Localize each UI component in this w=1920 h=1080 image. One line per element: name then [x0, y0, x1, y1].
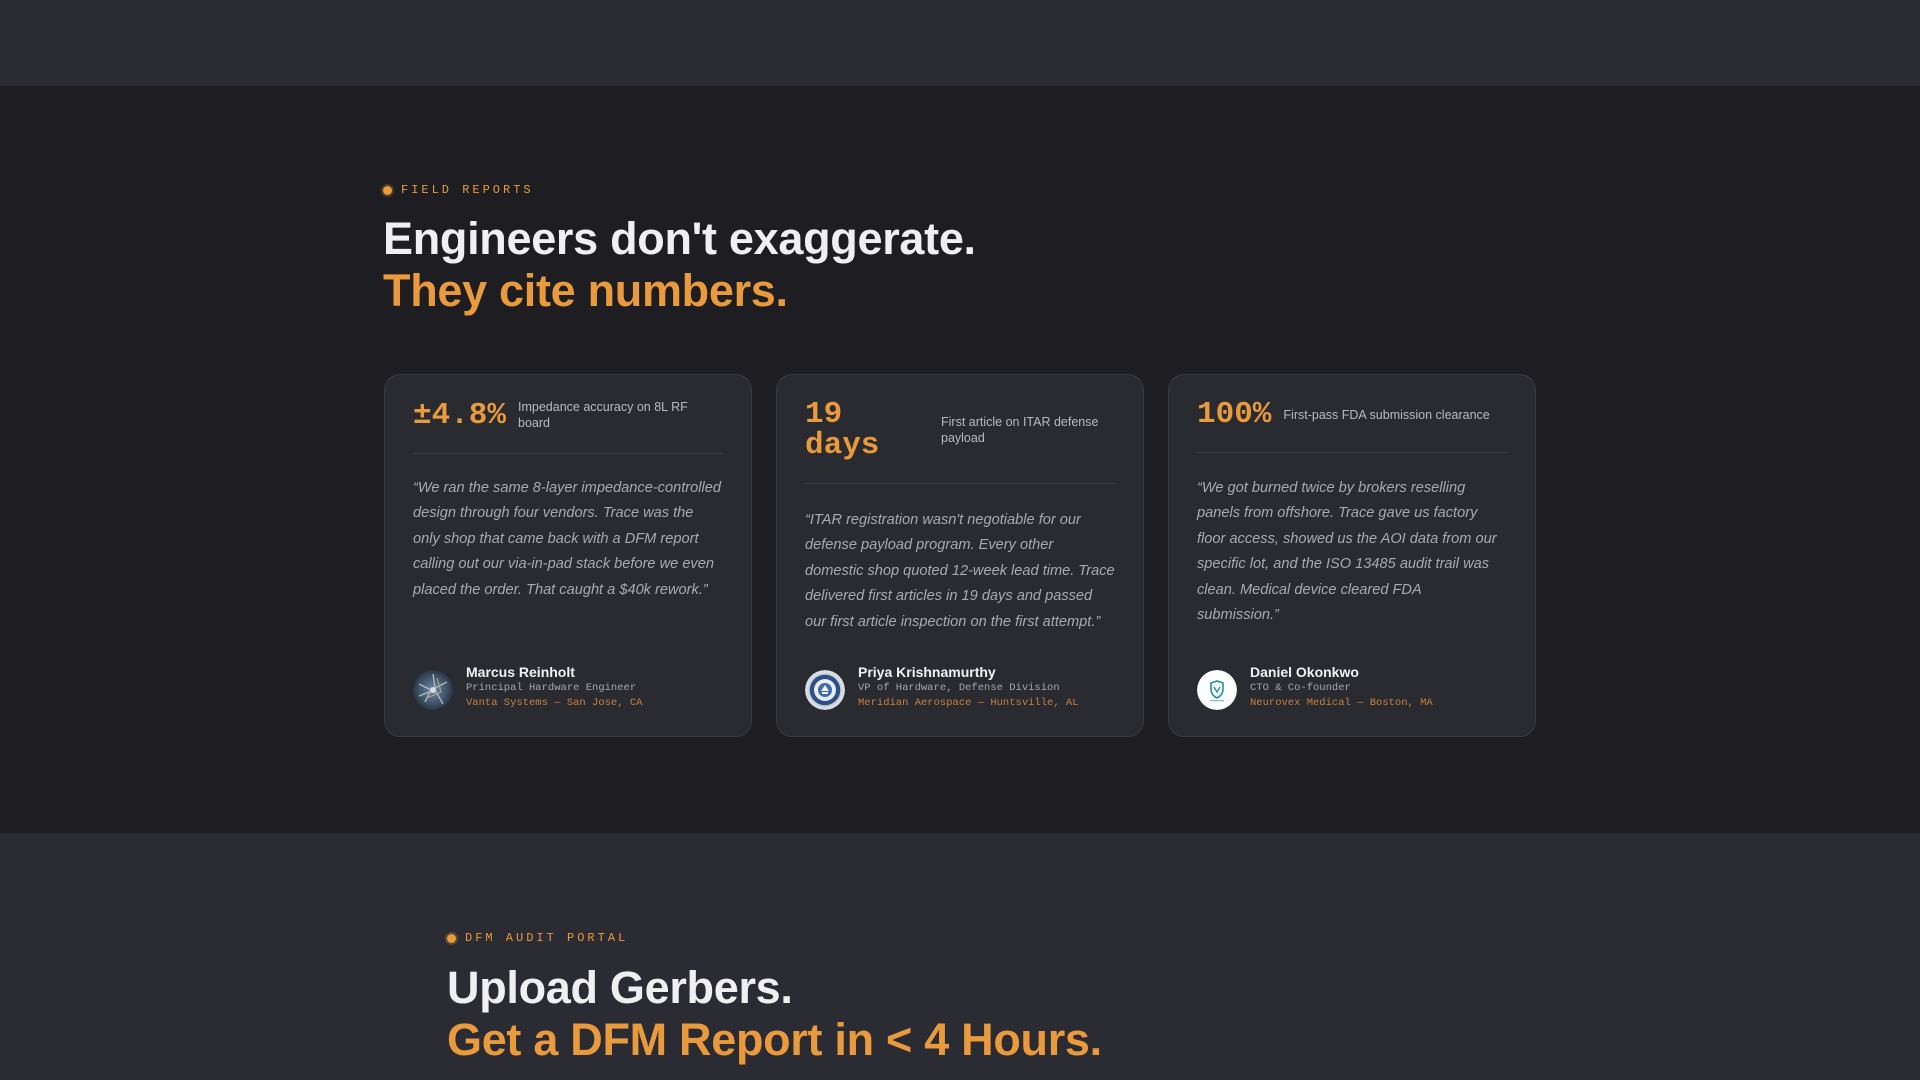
- testimonial-author: Marcus Reinholt Principal Hardware Engin…: [413, 663, 642, 711]
- author-name: Marcus Reinholt: [466, 664, 575, 680]
- author-role: Principal Hardware Engineer: [466, 682, 637, 694]
- eyebrow-dot-icon: [383, 185, 392, 195]
- eyebrow-label: FIELD REPORTS: [401, 183, 534, 197]
- dfm-portal-section: DFM AUDIT PORTAL Upload Gerbers. Get a D…: [0, 833, 1920, 1080]
- author-role: CTO & Co-founder: [1250, 682, 1351, 694]
- stat-description: First-pass FDA submission clearance: [1283, 407, 1490, 422]
- dfm-portal-headline: Upload Gerbers. Get a DFM Report in < 4 …: [447, 962, 1102, 1066]
- testimonial-author: Daniel Okonkwo CTO & Co-founder Neurovex…: [1197, 663, 1433, 711]
- stat-row: ±4.8% Impedance accuracy on 8L RF board: [413, 399, 723, 454]
- testimonial-quote: “ITAR registration wasn't negotiable for…: [805, 512, 1115, 630]
- stat-row: 100% First-pass FDA submission clearance: [1197, 399, 1507, 453]
- author-name: Priya Krishnamurthy: [858, 664, 996, 680]
- testimonial-quote: “We ran the same 8-layer impedance-contr…: [413, 480, 721, 598]
- author-company: Meridian Aerospace — Huntsville, AL: [858, 697, 1079, 709]
- testimonial-author: Priya Krishnamurthy VP of Hardware, Defe…: [805, 663, 1079, 711]
- stat-value: 100%: [1197, 397, 1272, 432]
- field-reports-headline: Engineers don't exaggerate. They cite nu…: [383, 213, 976, 317]
- testimonial-card: 100% First-pass FDA submission clearance…: [1168, 374, 1536, 737]
- headline-line-1: Upload Gerbers.: [447, 962, 793, 1013]
- author-company: Neurovex Medical — Boston, MA: [1250, 697, 1433, 709]
- top-band: [0, 0, 1920, 86]
- author-role: VP of Hardware, Defense Division: [858, 682, 1060, 694]
- stat-description: Impedance accuracy on 8L RF board: [518, 400, 688, 430]
- dfm-portal-eyebrow: DFM AUDIT PORTAL: [447, 931, 628, 945]
- eyebrow-label: DFM AUDIT PORTAL: [465, 931, 629, 945]
- headline-line-1: Engineers don't exaggerate.: [383, 213, 976, 264]
- field-reports-eyebrow: FIELD REPORTS: [383, 183, 534, 197]
- stat-description: First article on ITAR defense payload: [941, 415, 1099, 445]
- testimonial-card: ±4.8% Impedance accuracy on 8L RF board …: [384, 374, 752, 737]
- shield-logo-avatar: [1197, 670, 1237, 710]
- headline-line-2: Get a DFM Report in < 4 Hours.: [447, 1014, 1102, 1065]
- stat-value: ±4.8%: [413, 397, 507, 433]
- testimonial-quote: “We got burned twice by brokers resellin…: [1197, 480, 1497, 624]
- seal-emblem-avatar: [805, 670, 845, 710]
- stat-value: 19 days: [805, 397, 880, 463]
- testimonial-card: 19 days First article on ITAR defense pa…: [776, 374, 1144, 737]
- stat-row: 19 days First article on ITAR defense pa…: [805, 399, 1115, 484]
- headline-line-2: They cite numbers.: [383, 265, 788, 316]
- author-name: Daniel Okonkwo: [1250, 664, 1359, 680]
- circuit-photo-avatar: [413, 670, 453, 710]
- eyebrow-dot-icon: [447, 933, 456, 943]
- author-company: Vanta Systems — San Jose, CA: [466, 697, 643, 709]
